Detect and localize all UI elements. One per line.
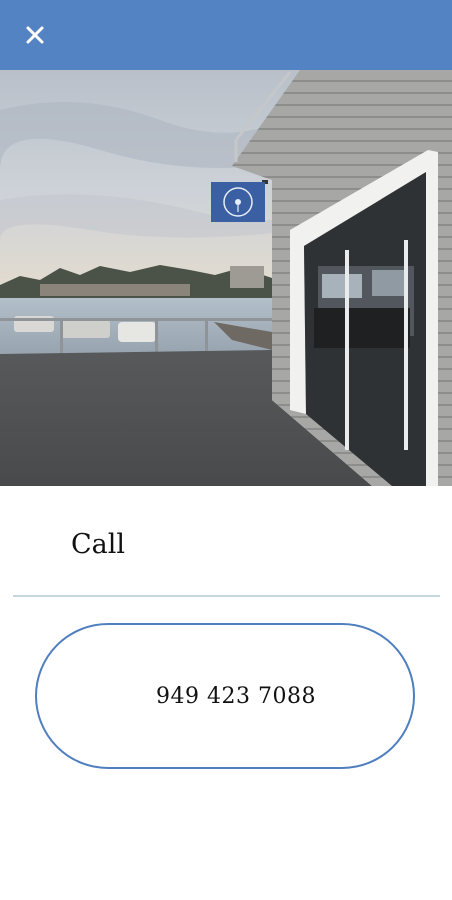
close-button[interactable] <box>20 20 50 50</box>
section-divider <box>13 595 440 597</box>
phone-number-label: 949 423 7088 <box>156 683 316 709</box>
top-app-bar <box>0 0 452 70</box>
call-heading: Call <box>71 529 126 560</box>
storefront-photo <box>0 70 452 486</box>
phone-number-button[interactable]: 949 423 7088 <box>35 623 415 769</box>
close-icon[interactable] <box>20 20 50 50</box>
